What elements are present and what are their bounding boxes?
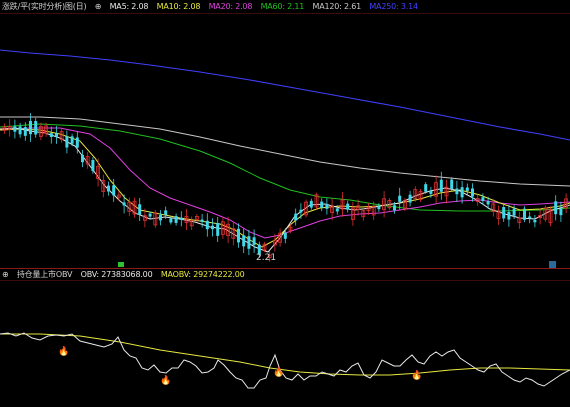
- low-price-label: 2.21: [256, 253, 277, 263]
- ma5-label: MA5: 2.08: [109, 2, 149, 11]
- candle-body: [237, 228, 240, 243]
- candle-body: [252, 237, 256, 245]
- candle-body: [408, 194, 412, 203]
- maobv-label: MAOBV: 29274222.00: [160, 270, 245, 279]
- candle-body: [242, 235, 246, 247]
- candle-body: [455, 188, 459, 195]
- candle-body: [55, 133, 58, 137]
- candle-body: [346, 203, 350, 210]
- candle-body: [465, 187, 469, 191]
- candle-body: [523, 208, 526, 220]
- chart-stage[interactable]: 🔥 🔥 🔥 🔥: [0, 0, 570, 407]
- candle-body: [205, 220, 209, 230]
- candle-body: [320, 201, 324, 208]
- candle-body: [122, 202, 126, 206]
- candle-body: [559, 208, 563, 216]
- scroll-marker-icon[interactable]: [549, 261, 556, 268]
- sub-settings-icon[interactable]: ⊕: [2, 270, 9, 279]
- flame-icon: 🔥: [411, 369, 422, 381]
- candle-body: [528, 216, 532, 219]
- candle-body: [486, 201, 490, 205]
- candle-body: [211, 225, 214, 230]
- candle-body: [533, 219, 537, 223]
- candle-body: [174, 216, 178, 223]
- obv-line: [0, 332, 570, 389]
- ma60-line: [0, 123, 570, 212]
- candle-body: [148, 213, 152, 217]
- sub-title: 持仓量上市OBV: [16, 270, 73, 279]
- ma20-line: [0, 127, 570, 239]
- maobv-line: [0, 333, 570, 376]
- candle-body: [18, 126, 22, 135]
- candle-body: [294, 213, 298, 221]
- candle-body: [424, 184, 428, 192]
- candle-body: [29, 120, 32, 135]
- flame-icon: 🔥: [58, 345, 69, 357]
- candle-body: [216, 223, 220, 236]
- ma20-label: MA20: 2.08: [208, 2, 253, 11]
- candle-body: [554, 201, 558, 215]
- candle-body: [325, 204, 329, 209]
- candle-body: [23, 127, 27, 136]
- candle-body: [169, 218, 173, 223]
- candlestick-series: [2, 113, 568, 262]
- obv-label: OBV: 27383068.00: [80, 270, 153, 279]
- candle-body: [200, 219, 204, 222]
- candle-body: [159, 215, 162, 221]
- candle-body: [460, 187, 464, 198]
- candle-body: [247, 236, 251, 249]
- candle-body: [439, 179, 443, 192]
- candle-body: [81, 154, 84, 163]
- candle-body: [70, 136, 74, 144]
- candle-body: [138, 204, 142, 215]
- candle-body: [502, 207, 506, 219]
- candle-body: [507, 212, 511, 220]
- candle-body: [283, 232, 287, 239]
- candle-body: [49, 133, 53, 137]
- candle-body: [65, 136, 69, 148]
- ma250-label: MA250: 3.14: [369, 2, 418, 11]
- main-title: 涨跌/平(实时分析)图(日): [2, 2, 87, 11]
- candle-body: [429, 190, 433, 194]
- ma120-line: [0, 116, 570, 187]
- candle-body: [471, 188, 474, 197]
- sub-indicator-header: ⊕ 持仓量上市OBV OBV: 27383068.00 MAOBV: 29274…: [2, 269, 251, 281]
- candle-body: [299, 209, 303, 213]
- candle-body: [91, 160, 95, 171]
- settings-icon[interactable]: ⊕: [95, 2, 102, 11]
- ma120-label: MA120: 2.61: [312, 2, 362, 11]
- candle-body: [393, 205, 396, 211]
- green-marker-icon: [118, 262, 124, 267]
- candle-body: [512, 208, 516, 216]
- candle-body: [107, 185, 110, 192]
- candle-body: [164, 210, 168, 216]
- candle-body: [377, 206, 381, 210]
- ma60-label: MA60: 2.11: [260, 2, 305, 11]
- candle-body: [335, 208, 339, 212]
- candle-body: [398, 195, 402, 202]
- main-indicator-header: 涨跌/平(实时分析)图(日) ⊕ MA5: 2.08 MA10: 2.08 MA…: [2, 1, 424, 13]
- candle-body: [309, 200, 313, 208]
- candle-body: [179, 217, 183, 220]
- flame-icon: 🔥: [160, 374, 171, 386]
- ma10-label: MA10: 2.08: [156, 2, 201, 11]
- candle-body: [481, 197, 485, 201]
- flame-icon: 🔥: [273, 366, 284, 378]
- candle-body: [34, 121, 38, 135]
- candle-body: [450, 179, 454, 189]
- candle-body: [75, 137, 79, 148]
- candle-body: [13, 126, 17, 132]
- candle-body: [112, 185, 116, 196]
